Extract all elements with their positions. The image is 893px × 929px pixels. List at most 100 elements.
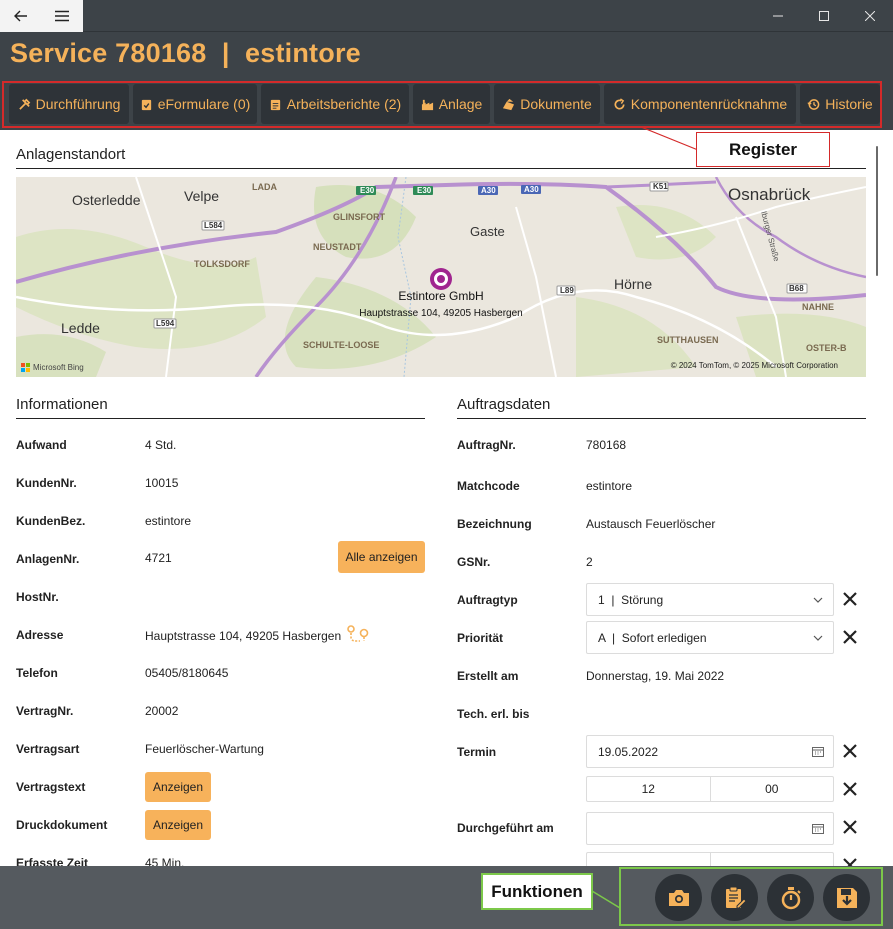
place-label: TOLKSDORF [194, 259, 250, 269]
vertragstext-anzeigen-button[interactable]: Anzeigen [145, 772, 211, 802]
order-label: Erstellt am [457, 669, 519, 683]
place-label: Velpe [184, 188, 219, 204]
register-callout: Register [696, 132, 830, 167]
minimize-button[interactable] [755, 0, 801, 32]
order-value: 780168 [586, 438, 627, 452]
place-label: Hörne [614, 276, 652, 292]
order-value: estintore [586, 479, 633, 493]
save-button[interactable] [823, 874, 870, 921]
order-value: 2 [586, 555, 593, 569]
road-label: E30 [417, 186, 432, 195]
minute-input[interactable]: 00 [709, 777, 834, 801]
menu-button[interactable] [41, 0, 82, 32]
road-label: A30 [524, 185, 539, 194]
order-label: Auftragtyp [457, 593, 518, 607]
place-label: Ledde [61, 320, 100, 336]
maximize-button[interactable] [801, 0, 847, 32]
close-icon [843, 630, 857, 644]
info-value: 05405/8180645 [145, 666, 229, 680]
info-value: estintore [145, 514, 192, 528]
order-label: Termin [457, 745, 497, 759]
road-label: B68 [789, 284, 804, 293]
title-bar [0, 0, 893, 32]
info-label: KundenNr. [16, 476, 77, 490]
clear-durchgefuehrt-button[interactable] [840, 818, 860, 838]
info-label: KundenBez. [16, 514, 86, 528]
location-map[interactable]: E30 E30 A30 A30 K51 L584 L89 L594 B68 Os… [16, 177, 866, 377]
report-button[interactable] [711, 874, 758, 921]
informationen-title: Informationen [16, 396, 108, 413]
route-icon[interactable] [347, 625, 369, 643]
termin-time-field[interactable]: 12 00 [586, 776, 834, 802]
close-icon [843, 744, 857, 758]
place-label: NEUSTADT [313, 242, 362, 252]
camera-button[interactable] [655, 874, 702, 921]
close-icon [865, 11, 875, 21]
close-button[interactable] [847, 0, 893, 32]
maximize-icon [819, 11, 829, 21]
road-label: L594 [156, 319, 175, 328]
place-label: Osterledde [72, 192, 141, 208]
road-label: L89 [560, 286, 574, 295]
close-icon [843, 592, 857, 606]
auftragtyp-select[interactable]: 1 | Störung [586, 583, 834, 616]
info-label: AnlagenNr. [16, 552, 80, 566]
camera-icon [668, 889, 689, 906]
calendar-icon[interactable] [803, 823, 833, 834]
place-label: Gaste [470, 224, 505, 239]
hour-input[interactable]: 12 [587, 777, 710, 801]
order-label: AuftragNr. [457, 438, 516, 452]
clear-time-button[interactable] [840, 780, 860, 800]
register-highlight [2, 81, 882, 128]
info-label: Telefon [16, 666, 58, 680]
clear-auftragtyp-button[interactable] [840, 590, 860, 610]
order-label: Priorität [457, 631, 504, 645]
place-label: LADA [252, 182, 277, 192]
road-label: A30 [481, 186, 496, 195]
clear-prioritaet-button[interactable] [840, 628, 860, 648]
info-value: 10015 [145, 476, 179, 490]
map-brand: Microsoft Bing [33, 363, 84, 372]
order-label: Bezeichnung [457, 517, 532, 531]
timer-button[interactable] [767, 874, 814, 921]
info-label: HostNr. [16, 590, 59, 604]
map-canvas: E30 E30 A30 A30 K51 L584 L89 L594 B68 Os… [16, 177, 866, 377]
select-value: A | Sofort erledigen [598, 630, 707, 645]
select-value: 1 | Störung [598, 592, 664, 607]
scrollbar[interactable] [876, 146, 878, 276]
place-label: OSTER-B [806, 343, 847, 353]
arrow-left-icon [13, 10, 27, 22]
title-bar-left [0, 0, 83, 32]
callout-connector [592, 890, 621, 909]
map-pin-icon[interactable] [430, 268, 452, 290]
info-label: Vertragstext [16, 780, 86, 794]
info-value: Feuerlöscher-Wartung [145, 742, 264, 756]
termin-date-field[interactable]: 19.05.2022 [586, 735, 834, 768]
hamburger-icon [54, 10, 69, 22]
map-pin-address: Hauptstrasse 104, 49205 Hasbergen [359, 308, 522, 319]
prioritaet-select[interactable]: A | Sofort erledigen [586, 621, 834, 654]
durchgefuehrt-date-field[interactable] [586, 812, 834, 845]
order-label: GSNr. [457, 555, 491, 569]
clear-termin-button[interactable] [840, 742, 860, 762]
stopwatch-icon [781, 886, 801, 909]
order-label: Matchcode [457, 479, 520, 493]
minimize-icon [773, 15, 783, 17]
order-value: Austausch Feuerlöscher [586, 517, 716, 531]
info-value: 20002 [145, 704, 179, 718]
info-value: 4721 [145, 551, 172, 565]
druckdokument-anzeigen-button[interactable]: Anzeigen [145, 810, 211, 840]
auftragsdaten-title: Auftragsdaten [457, 396, 551, 413]
divider [16, 418, 425, 419]
road-label: L584 [204, 221, 223, 230]
order-value: Donnerstag, 19. Mai 2022 [586, 669, 725, 683]
info-label: VertragNr. [16, 704, 74, 718]
alle-anzeigen-button[interactable]: Alle anzeigen [338, 541, 425, 573]
divider [16, 168, 866, 169]
date-value: 19.05.2022 [598, 744, 659, 759]
calendar-icon[interactable] [803, 746, 833, 757]
callout-connector [640, 126, 699, 151]
order-label: Durchgeführt am [457, 821, 554, 835]
place-label: Osnabrück [728, 185, 811, 204]
back-button[interactable] [0, 0, 41, 32]
